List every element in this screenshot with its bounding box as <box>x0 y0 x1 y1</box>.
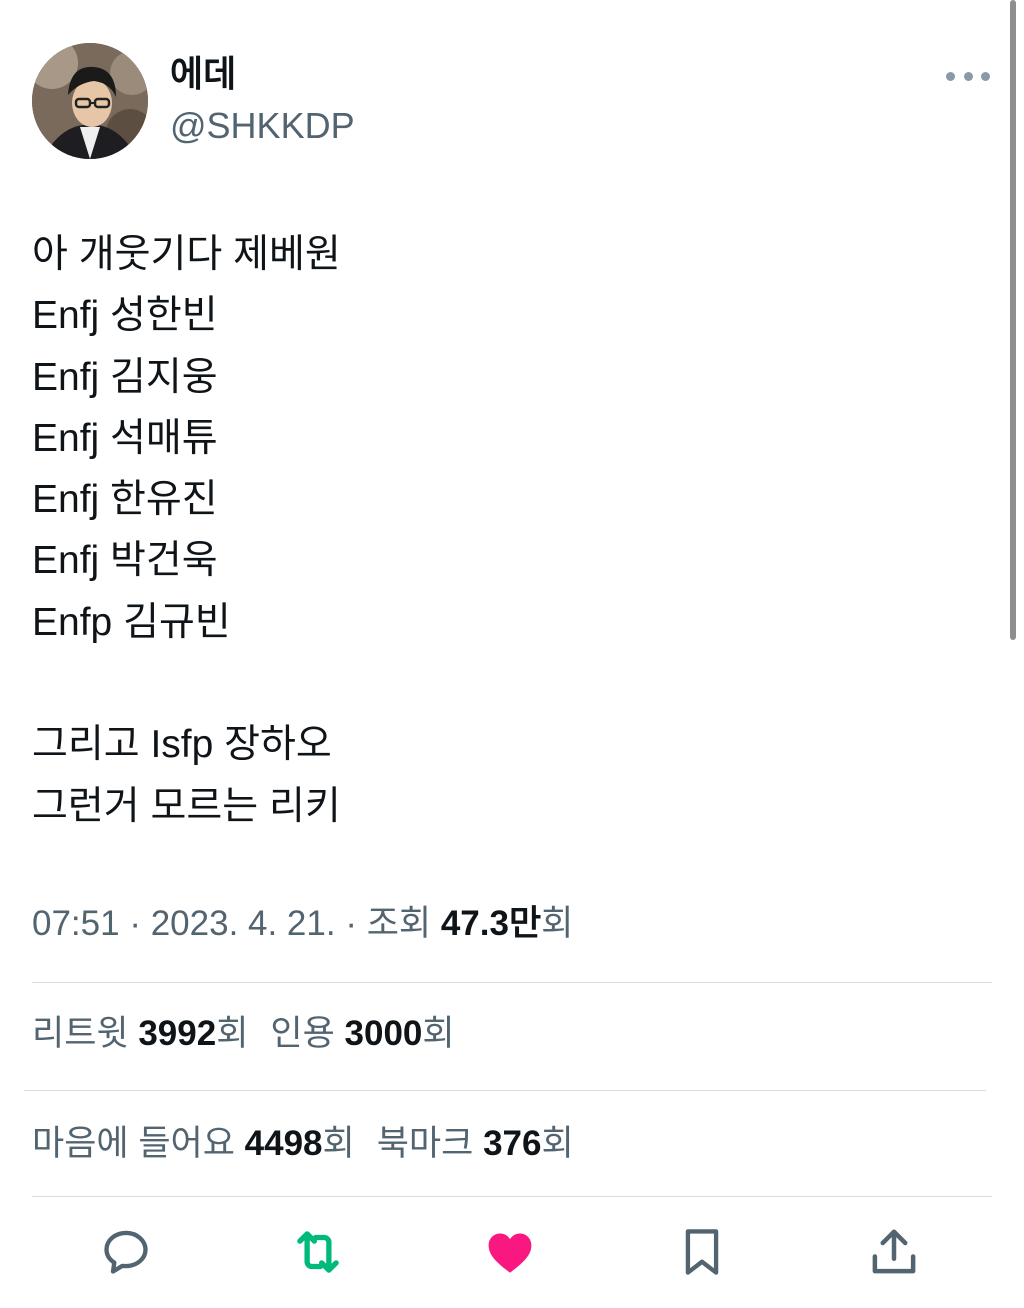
stats-row-reposts: 리트윗 3992회 인용 3000회 <box>32 1010 455 1058</box>
retweet-button[interactable] <box>288 1222 348 1282</box>
bookmarks-suffix: 회 <box>541 1124 574 1163</box>
likes-suffix: 회 <box>322 1124 355 1163</box>
likes-label: 마음에 들어요 <box>32 1124 245 1163</box>
quotes-count: 3000 <box>344 1014 423 1053</box>
quotes-suffix: 회 <box>422 1014 455 1053</box>
retweets-stat[interactable]: 리트윗 3992회 <box>32 1014 248 1053</box>
tweet-line: Enfp 김규빈 <box>32 600 231 644</box>
bookmarks-count: 376 <box>483 1124 542 1163</box>
tweet-time[interactable]: 07:51 <box>32 904 120 943</box>
bookmarks-stat[interactable]: 북마크 376회 <box>377 1124 574 1163</box>
divider <box>24 1090 986 1091</box>
scrollbar[interactable] <box>1010 0 1016 640</box>
tweet-line: Enfj 박건욱 <box>32 539 218 583</box>
like-button[interactable] <box>480 1222 540 1282</box>
bookmark-button[interactable] <box>672 1222 732 1282</box>
share-button[interactable] <box>864 1222 924 1282</box>
more-options-button[interactable] <box>946 62 990 90</box>
author-display-name[interactable]: 에데 <box>170 52 236 98</box>
more-dot-icon <box>963 71 973 81</box>
bookmark-icon <box>685 1229 719 1275</box>
separator: · <box>335 904 367 943</box>
more-dot-icon <box>946 71 955 81</box>
quotes-label: 인용 <box>270 1014 345 1053</box>
divider <box>32 1196 992 1197</box>
retweets-suffix: 회 <box>216 1014 249 1053</box>
tweet-line <box>32 653 341 714</box>
tweet-line: Enfj 성한빈 <box>32 294 218 338</box>
tweet-line: 아 개웃기다 제베원 <box>32 233 341 276</box>
views-suffix: 회 <box>541 904 574 943</box>
tweet-date[interactable]: 2023. 4. 21. <box>151 904 336 943</box>
quotes-stat[interactable]: 인용 3000회 <box>270 1014 454 1053</box>
stats-row-likes: 마음에 들어요 4498회 북마크 376회 <box>32 1120 574 1168</box>
retweets-label: 리트윗 <box>32 1014 139 1053</box>
tweet-line: 그리고 Isfp 장하오 <box>32 723 332 767</box>
views-count: 47.3만 <box>440 904 542 943</box>
profile-photo-icon <box>32 43 148 159</box>
tweet-meta: 07:51 · 2023. 4. 21. · 조회 47.3만회 <box>32 900 573 948</box>
like-icon <box>488 1233 532 1273</box>
separator: · <box>119 904 151 943</box>
retweet-icon <box>297 1231 339 1273</box>
share-icon <box>872 1229 916 1274</box>
likes-count: 4498 <box>244 1124 323 1163</box>
reply-button[interactable] <box>96 1222 156 1282</box>
bookmarks-label: 북마크 <box>376 1124 484 1163</box>
divider <box>32 982 992 983</box>
tweet-line: 그런거 모르는 리키 <box>32 784 341 828</box>
likes-stat[interactable]: 마음에 들어요 4498회 <box>32 1124 355 1163</box>
tweet-line: Enfj 한유진 <box>32 478 218 522</box>
retweets-count: 3992 <box>138 1014 217 1053</box>
avatar[interactable] <box>32 43 148 159</box>
author-handle[interactable]: @SHKKDP <box>170 103 355 149</box>
tweet-line: Enfj 김지웅 <box>32 355 218 399</box>
reply-icon <box>104 1230 148 1274</box>
tweet-line: Enfj 석매튜 <box>32 416 218 460</box>
more-dot-icon <box>981 71 990 81</box>
views-label: 조회 <box>366 904 441 943</box>
tweet-text: 아 개웃기다 제베원 Enfj 성한빈 Enfj 김지웅 Enfj 석매튜 En… <box>32 224 341 837</box>
